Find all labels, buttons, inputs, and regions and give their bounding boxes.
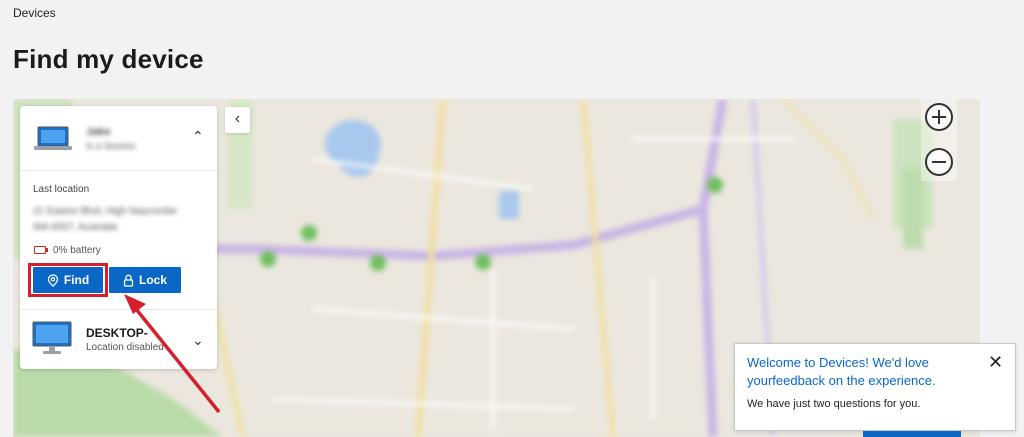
- zoom-in-button[interactable]: [925, 103, 953, 131]
- device-divider: [20, 309, 217, 310]
- collapse-panel-button[interactable]: ‹: [225, 107, 250, 133]
- address-line-2: WA 6057, Australia: [33, 222, 118, 233]
- toast-title[interactable]: Welcome to Devices! We'd love yourfeedba…: [747, 354, 982, 390]
- device-item-1[interactable]: Jake In a Session ⌃: [20, 106, 217, 171]
- desktop-icon: [32, 321, 72, 354]
- location-pin-icon: [47, 273, 58, 287]
- last-location-label: Last location: [33, 184, 90, 195]
- lock-icon: [123, 274, 134, 287]
- chevron-left-icon: ‹: [234, 110, 241, 127]
- device-2-name: DESKTOP-: [86, 326, 148, 340]
- chevron-up-icon[interactable]: ⌃: [192, 128, 204, 145]
- device-1-status: In a Session: [86, 141, 136, 151]
- device-2-status: Location disabled: [86, 342, 164, 353]
- page-title: Find my device: [13, 44, 204, 74]
- breadcrumb: Devices: [13, 6, 56, 20]
- find-button[interactable]: Find: [33, 267, 103, 293]
- feedback-toast[interactable]: Welcome to Devices! We'd love yourfeedba…: [734, 343, 1016, 431]
- bottom-button-edge[interactable]: [863, 431, 961, 437]
- battery-level: 0% battery: [53, 245, 101, 256]
- lock-button[interactable]: Lock: [109, 267, 181, 293]
- find-button-label: Find: [63, 273, 90, 287]
- close-icon[interactable]: ✕: [988, 352, 1003, 373]
- laptop-icon: [34, 126, 72, 150]
- address-line-1: 21 Easton Blvd, High Naycombe: [33, 206, 177, 217]
- lock-button-label: Lock: [138, 273, 167, 287]
- battery-icon-tip: [46, 248, 48, 252]
- toast-body: We have just two questions for you.: [747, 398, 921, 410]
- battery-icon: [34, 246, 46, 254]
- device-1-name: Jake: [86, 126, 111, 138]
- chevron-down-icon[interactable]: ⌄: [192, 332, 204, 349]
- device-panel: Jake In a Session ⌃ Last location 21 Eas…: [20, 106, 217, 369]
- zoom-out-button[interactable]: [925, 148, 953, 176]
